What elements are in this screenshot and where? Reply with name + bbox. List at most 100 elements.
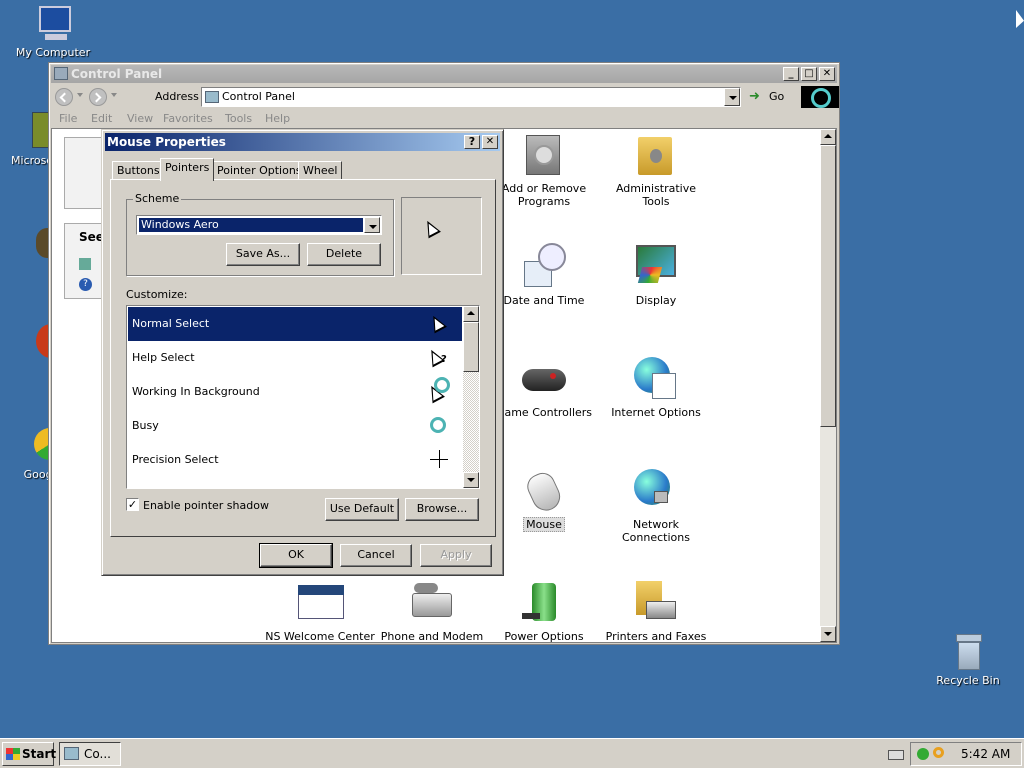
tab-wheel[interactable]: Wheel — [298, 161, 343, 180]
browse-button[interactable]: Browse... — [405, 498, 479, 521]
menu-favorites[interactable]: Favorites — [163, 112, 213, 125]
add-remove-programs-icon — [520, 131, 568, 179]
menu-help[interactable]: Help — [265, 112, 290, 125]
cursor-list[interactable]: Normal Select Help Select ? Working In B… — [126, 305, 480, 489]
game-controller-icon — [520, 355, 568, 403]
cursor-row-busy[interactable]: Busy — [128, 409, 462, 443]
cp-item-label: Display — [635, 294, 677, 307]
scheme-combobox[interactable]: Windows Aero — [136, 215, 382, 235]
scroll-thumb[interactable] — [463, 322, 479, 372]
cp-item-ns-welcome-center[interactable]: NS Welcome Center — [265, 579, 375, 642]
go-button[interactable]: ➜ Go — [745, 88, 795, 106]
desktop-icon-my-computer[interactable]: My Computer — [13, 4, 93, 59]
save-as-button[interactable]: Save As... — [226, 243, 300, 266]
tab-buttons[interactable]: Buttons — [112, 161, 165, 180]
cursor-row-label: Busy — [132, 419, 159, 432]
customize-label: Customize: — [126, 288, 188, 301]
cp-item-administrative-tools[interactable]: Administrative Tools — [601, 131, 711, 208]
maximize-button[interactable]: □ — [801, 67, 817, 81]
scheme-label: Scheme — [133, 192, 182, 205]
tab-pointers[interactable]: Pointers — [160, 158, 215, 181]
cursor-row-normal-select[interactable]: Normal Select — [128, 307, 462, 341]
scheme-dropdown-button[interactable] — [364, 217, 380, 233]
enable-shadow-label[interactable]: Enable pointer shadow — [143, 499, 269, 512]
address-field[interactable]: Control Panel — [201, 87, 741, 107]
start-button[interactable]: Start — [2, 742, 56, 766]
menu-view[interactable]: View — [127, 112, 153, 125]
cp-item-printers-and-faxes[interactable]: Printers and Faxes — [601, 579, 711, 643]
cancel-button[interactable]: Cancel — [340, 544, 412, 567]
cp-item-mouse[interactable]: Mouse — [489, 467, 599, 532]
cp-item-network-connections[interactable]: Network Connections — [601, 467, 711, 544]
control-panel-titlebar[interactable]: Control Panel _ □ ✕ — [51, 65, 837, 83]
cp-item-add-remove-programs[interactable]: Add or Remove Programs — [489, 131, 599, 208]
arrow-cursor-icon — [427, 312, 450, 335]
go-label: Go — [769, 90, 785, 103]
dialog-titlebar[interactable]: Mouse Properties ? ✕ — [105, 133, 500, 151]
help-cursor-icon: ? — [425, 346, 450, 369]
keyboard-icon[interactable] — [888, 750, 904, 760]
scroll-thumb[interactable] — [820, 145, 836, 427]
ok-button[interactable]: OK — [259, 543, 333, 568]
scheme-value: Windows Aero — [139, 218, 363, 232]
help-icon[interactable]: ? — [79, 278, 92, 291]
pointer-preview — [401, 197, 482, 275]
date-time-icon — [520, 243, 568, 291]
admin-tools-icon — [632, 131, 680, 179]
clock[interactable]: 5:42 AM — [961, 747, 1010, 761]
system-tray: 5:42 AM — [910, 742, 1022, 766]
tab-pointer-options[interactable]: Pointer Options — [212, 161, 307, 180]
menu-file[interactable]: File — [59, 112, 77, 125]
desktop-icon-label: Recycle Bin — [936, 674, 1000, 687]
scroll-up-button[interactable] — [820, 129, 836, 145]
mouse-pointer-icon — [1016, 10, 1024, 28]
help-button[interactable]: ? — [464, 135, 480, 149]
minimize-button[interactable]: _ — [783, 67, 799, 81]
close-button[interactable]: ✕ — [482, 135, 498, 149]
network-connections-icon — [632, 467, 680, 515]
forward-button[interactable] — [89, 88, 107, 106]
cp-item-label: Printers and Faxes — [605, 630, 707, 643]
address-dropdown-button[interactable] — [724, 88, 740, 106]
windows-flag-icon — [6, 748, 20, 760]
scroll-down-button[interactable] — [463, 472, 479, 488]
cursor-list-scrollbar[interactable] — [463, 306, 479, 488]
control-panel-icon — [54, 67, 68, 80]
back-button[interactable] — [55, 88, 73, 106]
tray-app-icon[interactable] — [917, 748, 929, 760]
scroll-down-button[interactable] — [820, 626, 836, 642]
cp-item-label: Game Controllers — [495, 406, 593, 419]
chevron-down-icon[interactable] — [77, 93, 83, 100]
cp-item-phone-and-modem[interactable]: Phone and Modem — [377, 579, 487, 642]
taskbar-button-label: Co... — [84, 747, 111, 761]
brand-logo — [801, 86, 839, 108]
close-button[interactable]: ✕ — [819, 67, 835, 81]
printers-faxes-icon — [632, 579, 680, 627]
cursor-row-working-in-background[interactable]: Working In Background — [128, 375, 462, 409]
control-panel-scrollbar[interactable] — [820, 129, 836, 642]
desktop-icon-recycle-bin[interactable]: Recycle Bin — [928, 632, 1008, 687]
cp-item-power-options[interactable]: Power Options — [489, 579, 599, 642]
cp-item-internet-options[interactable]: Internet Options — [601, 355, 711, 419]
mouse-properties-dialog: Mouse Properties ? ✕ Buttons Pointers Po… — [101, 129, 504, 576]
delete-button[interactable]: Delete — [307, 243, 381, 266]
cp-item-game-controllers[interactable]: Game Controllers — [489, 355, 599, 419]
windows-update-icon[interactable] — [79, 258, 91, 270]
search-icon[interactable] — [933, 747, 944, 758]
cursor-row-precision-select[interactable]: Precision Select — [128, 443, 462, 477]
address-toolbar: Address Control Panel ➜ Go — [51, 85, 839, 109]
use-default-button[interactable]: Use Default — [325, 498, 399, 521]
chevron-down-icon[interactable] — [111, 93, 117, 100]
cursor-row-help-select[interactable]: Help Select ? — [128, 341, 462, 375]
dialog-title: Mouse Properties — [107, 135, 226, 149]
menu-bar: File Edit View Favorites Tools Help — [51, 110, 837, 128]
taskbar-button-control-panel[interactable]: Co... — [59, 742, 121, 766]
menu-edit[interactable]: Edit — [91, 112, 112, 125]
cp-item-label: Mouse — [523, 517, 565, 532]
scroll-up-button[interactable] — [463, 306, 479, 322]
cp-item-label: Date and Time — [503, 294, 585, 307]
cp-item-display[interactable]: Display — [601, 243, 711, 307]
menu-tools[interactable]: Tools — [225, 112, 252, 125]
enable-shadow-checkbox[interactable]: ✓ — [126, 498, 139, 511]
cp-item-date-and-time[interactable]: Date and Time — [489, 243, 599, 307]
